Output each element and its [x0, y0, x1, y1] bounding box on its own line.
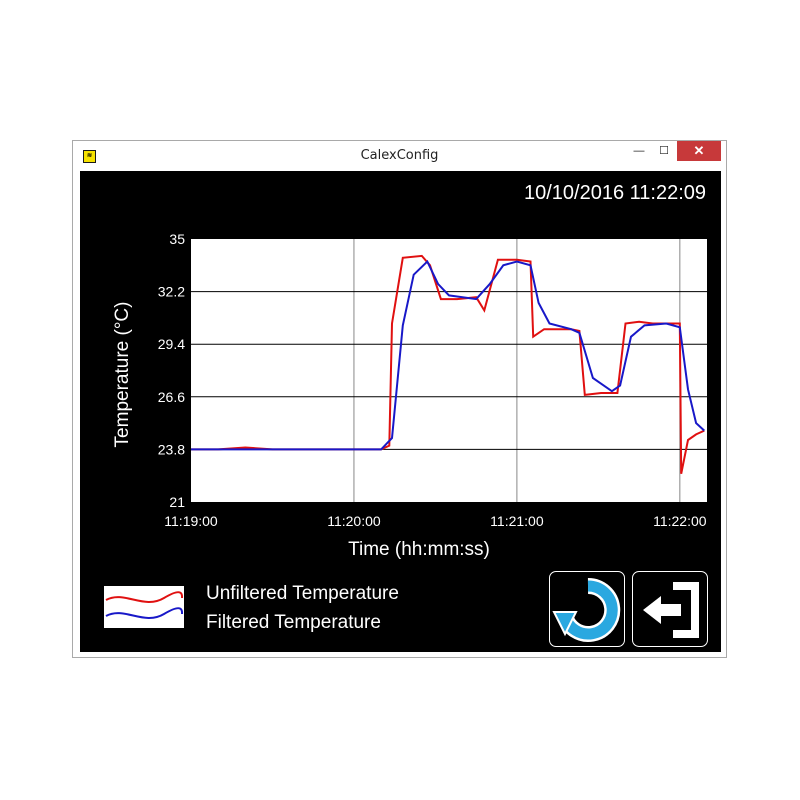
minimize-button[interactable]: —	[625, 141, 653, 161]
temperature-chart: 21 23.8 26.6 29.4 32.2 35 11:19:00 11:20:00 11:…	[112, 231, 707, 560]
refresh-icon	[552, 577, 621, 642]
y-tick-label: 23.8	[158, 441, 185, 457]
maximize-button[interactable]: ☐	[650, 141, 678, 161]
legend-unfiltered-label: Unfiltered Temperature	[206, 583, 399, 604]
exit-icon	[643, 582, 699, 638]
y-axis-label: Temperature (°C)	[112, 302, 133, 448]
close-button[interactable]: ✕	[677, 141, 721, 161]
app-window: ≋ CalexConfig — ☐ ✕ 10/10/2016 11:22:09 …	[72, 140, 727, 658]
exit-button[interactable]	[632, 571, 708, 647]
x-axis-label: Time (hh:mm:ss)	[348, 539, 490, 560]
x-tick-label: 11:19:00	[164, 513, 218, 529]
y-tick-label: 29.4	[158, 336, 185, 352]
x-tick-label: 11:20:00	[327, 513, 381, 529]
legend-unfiltered-line	[105, 591, 184, 603]
chart-panel: 10/10/2016 11:22:09 21 23.8 26.6 29.4 32.2 35…	[80, 171, 721, 652]
y-tick-label: 21	[169, 494, 185, 510]
legend-filtered-line	[105, 607, 184, 619]
y-tick-label: 32.2	[158, 284, 185, 300]
legend-filtered-label: Filtered Temperature	[206, 612, 381, 633]
legend-swatch	[104, 586, 184, 628]
x-tick-label: 11:22:00	[653, 513, 707, 529]
plot-area	[191, 239, 707, 502]
refresh-button[interactable]	[549, 571, 625, 647]
x-tick-label: 11:21:00	[490, 513, 544, 529]
title-bar[interactable]: ≋ CalexConfig — ☐ ✕	[73, 141, 726, 171]
y-tick-label: 35	[169, 231, 185, 247]
y-tick-label: 26.6	[158, 389, 185, 405]
